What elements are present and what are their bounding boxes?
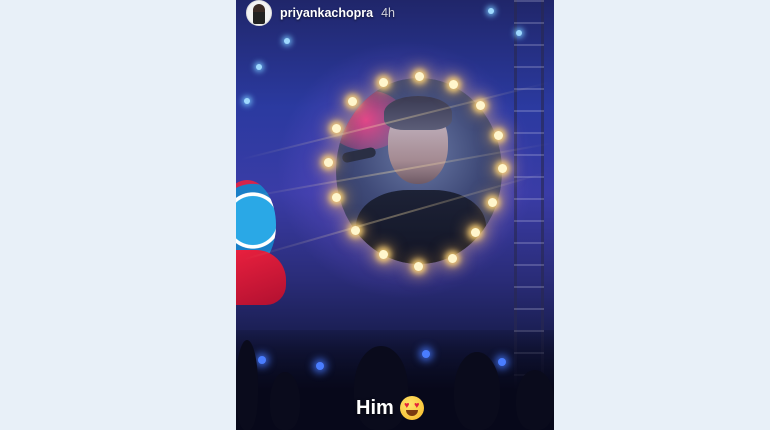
caption-text: Him xyxy=(356,396,394,419)
marquee-bulb xyxy=(494,131,503,140)
stage-light xyxy=(256,64,262,70)
marquee-bulb xyxy=(415,72,424,81)
marquee-bulb xyxy=(498,164,507,173)
marquee-bulb xyxy=(379,250,388,259)
stage-light xyxy=(516,30,522,36)
story-viewer[interactable]: priyankachopra 4h Him ♥ ♥ xyxy=(236,0,554,430)
crowd-silhouette xyxy=(454,352,500,430)
profile-avatar-icon[interactable] xyxy=(246,0,272,26)
story-caption: Him ♥ ♥ xyxy=(356,396,424,420)
crowd-light xyxy=(422,350,430,358)
stage-light xyxy=(284,38,290,44)
crowd-light xyxy=(498,358,506,366)
marquee-bulb xyxy=(414,262,423,271)
crowd-light xyxy=(316,362,324,370)
marquee-bulb xyxy=(448,254,457,263)
marquee-bulb xyxy=(379,78,388,87)
crowd-silhouette xyxy=(270,372,300,430)
performer-body xyxy=(356,190,486,264)
heart-eye-left: ♥ xyxy=(404,400,410,410)
microphone xyxy=(341,146,377,164)
heart-eye-right: ♥ xyxy=(414,400,420,410)
marquee-bulb xyxy=(449,80,458,89)
story-header: priyankachopra 4h xyxy=(246,0,395,26)
marquee-bulb xyxy=(488,198,497,207)
right-letterbox xyxy=(554,0,770,430)
marquee-bulb xyxy=(471,228,480,237)
avatar-figure xyxy=(253,4,265,24)
marquee-bulb xyxy=(324,158,333,167)
stage-light xyxy=(244,98,250,104)
marquee-bulb xyxy=(348,97,357,106)
heart-eyes-emoji-icon: ♥ ♥ xyxy=(399,396,424,420)
marquee-bulb xyxy=(332,124,341,133)
crowd-silhouette xyxy=(236,340,258,430)
marquee-bulb xyxy=(476,101,485,110)
left-letterbox xyxy=(0,0,236,430)
story-username[interactable]: priyankachopra xyxy=(280,6,373,20)
crowd-light xyxy=(258,356,266,364)
emoji-mouth xyxy=(405,410,418,416)
stage-light xyxy=(488,8,494,14)
marquee-bulb xyxy=(332,193,341,202)
story-timestamp: 4h xyxy=(381,6,395,20)
crowd-silhouette xyxy=(516,370,554,430)
